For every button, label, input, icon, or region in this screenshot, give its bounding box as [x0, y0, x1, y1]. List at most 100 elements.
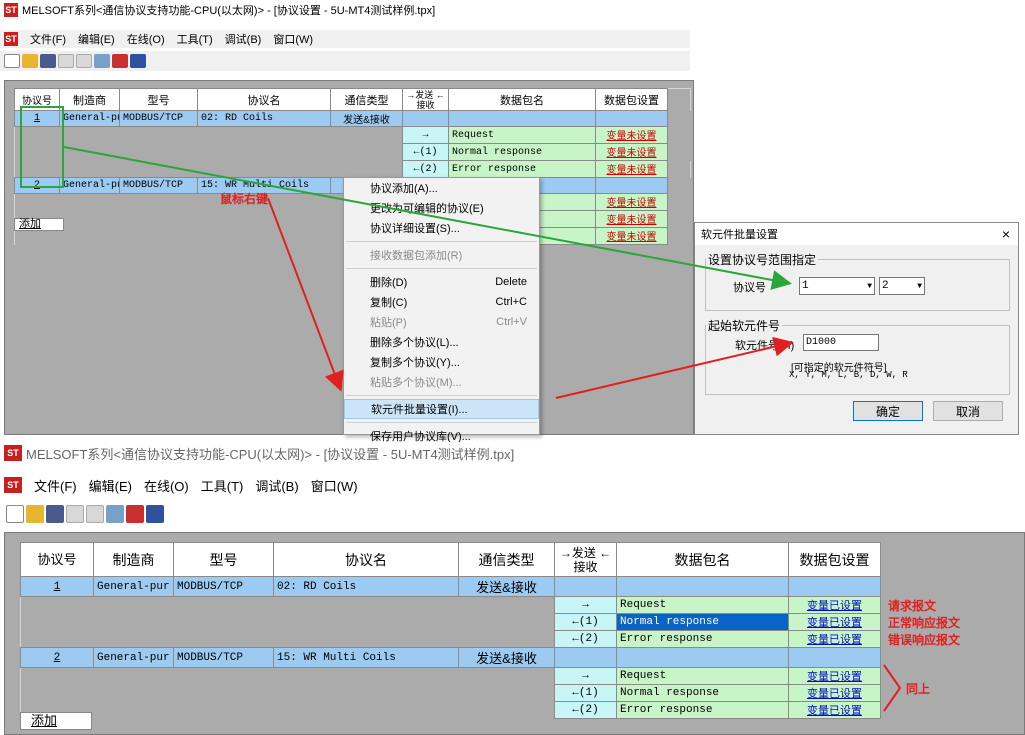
protocol-to-select[interactable]: 2 ▼	[879, 277, 925, 295]
packet-setting-link[interactable]: 变量未设置	[607, 233, 657, 244]
top-add-button[interactable]: 添加	[14, 218, 64, 231]
packet-setting-link[interactable]: 变量未设置	[607, 132, 657, 143]
maker[interactable]: General-pur	[59, 177, 120, 194]
maker[interactable]: General-pur	[93, 576, 174, 597]
paste-icon[interactable]	[76, 54, 92, 68]
open-icon[interactable]	[26, 505, 44, 523]
model[interactable]: MODBUS/TCP	[119, 177, 198, 194]
bottom-add-button[interactable]: 添加	[20, 712, 92, 730]
app-icon: ST	[4, 445, 22, 461]
top-title-bar: ST MELSOFT系列<通信协议支持功能-CPU(以太网)> - [协议设置 …	[0, 0, 690, 20]
packet-name[interactable]: Normal response	[616, 613, 789, 631]
protocol-name[interactable]: 15: WR Multi Coils	[273, 647, 459, 668]
menu-window[interactable]: 窗口(W)	[273, 31, 313, 47]
save-icon[interactable]	[46, 505, 64, 523]
save-icon[interactable]	[40, 54, 56, 68]
model[interactable]: MODBUS/TCP	[119, 110, 198, 127]
menu-online[interactable]: 在线(O)	[127, 31, 165, 47]
cancel-button[interactable]: 取消	[933, 401, 1003, 421]
menu-item-delete[interactable]: 删除(D) Delete	[344, 272, 539, 292]
dialog-title-bar: 软元件批量设置 ×	[695, 223, 1018, 245]
table-row: → Request 变量已设置	[20, 596, 881, 614]
protocol-name[interactable]: 02: RD Coils	[273, 576, 459, 597]
packet-name[interactable]: Error response	[448, 160, 596, 178]
packet-setting-link[interactable]: 变量已设置	[807, 618, 862, 630]
read-plc-icon[interactable]	[146, 505, 164, 523]
menu-item-device-batch-setting[interactable]: 软元件批量设置(I)...	[344, 399, 539, 419]
packet-name[interactable]: Request	[448, 126, 596, 144]
new-icon[interactable]	[4, 54, 20, 68]
paste-icon[interactable]	[86, 505, 104, 523]
menu-item-copy[interactable]: 复制(C) Ctrl+C	[344, 292, 539, 312]
close-icon[interactable]: ×	[1002, 226, 1010, 242]
packet-dir: →	[554, 596, 617, 614]
maker[interactable]: General-pur	[93, 647, 174, 668]
menu-online[interactable]: 在线(O)	[144, 476, 189, 495]
menu-file[interactable]: 文件(F)	[30, 31, 66, 47]
device-hint-2: X, Y, M, L, B, D, W, R	[789, 370, 908, 380]
packet-dir: ←(2)	[554, 630, 617, 648]
comm-type[interactable]: 发送&接收	[458, 647, 555, 668]
menu-window[interactable]: 窗口(W)	[311, 476, 358, 495]
menu-item-copy-multiple[interactable]: 复制多个协议(Y)...	[344, 352, 539, 372]
read-plc-icon[interactable]	[130, 54, 146, 68]
table-row[interactable]: 1 General-pur MODBUS/TCP 02: RD Coils 发送…	[14, 110, 691, 127]
menu-item-add-protocol[interactable]: 协议添加(A)...	[344, 178, 539, 198]
menu-item-delete-multiple[interactable]: 删除多个协议(L)...	[344, 332, 539, 352]
packet-setting-link[interactable]: 变量已设置	[807, 706, 862, 718]
menu-separator	[346, 422, 537, 423]
menu-tools[interactable]: 工具(T)	[177, 31, 213, 47]
packet-name[interactable]: Request	[616, 596, 789, 614]
packet-setting-link[interactable]: 变量未设置	[607, 199, 657, 210]
menu-edit[interactable]: 编辑(E)	[78, 31, 115, 47]
packet-setting-link[interactable]: 变量已设置	[807, 601, 862, 613]
packet-name[interactable]: Request	[616, 667, 789, 685]
packet-name[interactable]: Normal response	[616, 684, 789, 702]
ok-button[interactable]: 确定	[853, 401, 923, 421]
library-icon[interactable]	[94, 54, 110, 68]
menu-tools[interactable]: 工具(T)	[201, 476, 244, 495]
packet-name[interactable]: Error response	[616, 701, 789, 719]
copy-icon[interactable]	[58, 54, 74, 68]
model[interactable]: MODBUS/TCP	[173, 647, 274, 668]
write-plc-icon[interactable]	[112, 54, 128, 68]
header-packet-setting: 数据包设置	[788, 542, 881, 577]
protocol-from-select[interactable]: 1 ▼	[799, 277, 875, 295]
protocol-no[interactable]: 2	[20, 647, 94, 668]
maker[interactable]: General-pur	[59, 110, 120, 127]
model[interactable]: MODBUS/TCP	[173, 576, 274, 597]
packet-name[interactable]: Error response	[616, 630, 789, 648]
copy-icon[interactable]	[66, 505, 84, 523]
packet-setting-link[interactable]: 变量未设置	[607, 216, 657, 227]
menu-item-protocol-detail[interactable]: 协议详细设置(S)...	[344, 218, 539, 238]
menu-separator	[346, 395, 537, 396]
header-direction: →发送 ←接收	[554, 542, 617, 577]
packet-setting-link[interactable]: 变量已设置	[807, 672, 862, 684]
protocol-label: 协议号	[733, 282, 766, 294]
comm-type[interactable]: 发送&接收	[458, 576, 555, 597]
new-icon[interactable]	[6, 505, 24, 523]
menu-file[interactable]: 文件(F)	[34, 476, 77, 495]
packet-dir: ←(1)	[554, 613, 617, 631]
table-row: ←(2) Error response 变量未设置	[14, 160, 691, 178]
protocol-name[interactable]: 02: RD Coils	[197, 110, 331, 127]
menu-debug[interactable]: 调试(B)	[225, 31, 262, 47]
menu-edit[interactable]: 编辑(E)	[89, 476, 132, 495]
comm-type[interactable]: 发送&接收	[330, 110, 403, 127]
packet-name[interactable]: Normal response	[448, 143, 596, 161]
library-icon[interactable]	[106, 505, 124, 523]
packet-setting-link[interactable]: 变量已设置	[807, 689, 862, 701]
menu-debug[interactable]: 调试(B)	[255, 476, 298, 495]
open-icon[interactable]	[22, 54, 38, 68]
chevron-down-icon: ▼	[867, 281, 872, 291]
header-packet-name: 数据包名	[448, 88, 596, 111]
write-plc-icon[interactable]	[126, 505, 144, 523]
menu-item-make-editable[interactable]: 更改为可编辑的协议(E)	[344, 198, 539, 218]
packet-setting-link[interactable]: 变量未设置	[607, 166, 657, 177]
device-input[interactable]: D1000	[803, 334, 879, 351]
table-row[interactable]: 2 General-pur MODBUS/TCP 15: WR Multi Co…	[20, 647, 881, 668]
packet-setting-link[interactable]: 变量已设置	[807, 635, 862, 647]
packet-setting-link[interactable]: 变量未设置	[607, 149, 657, 160]
protocol-no[interactable]: 1	[20, 576, 94, 597]
table-row[interactable]: 1 General-pur MODBUS/TCP 02: RD Coils 发送…	[20, 576, 881, 597]
